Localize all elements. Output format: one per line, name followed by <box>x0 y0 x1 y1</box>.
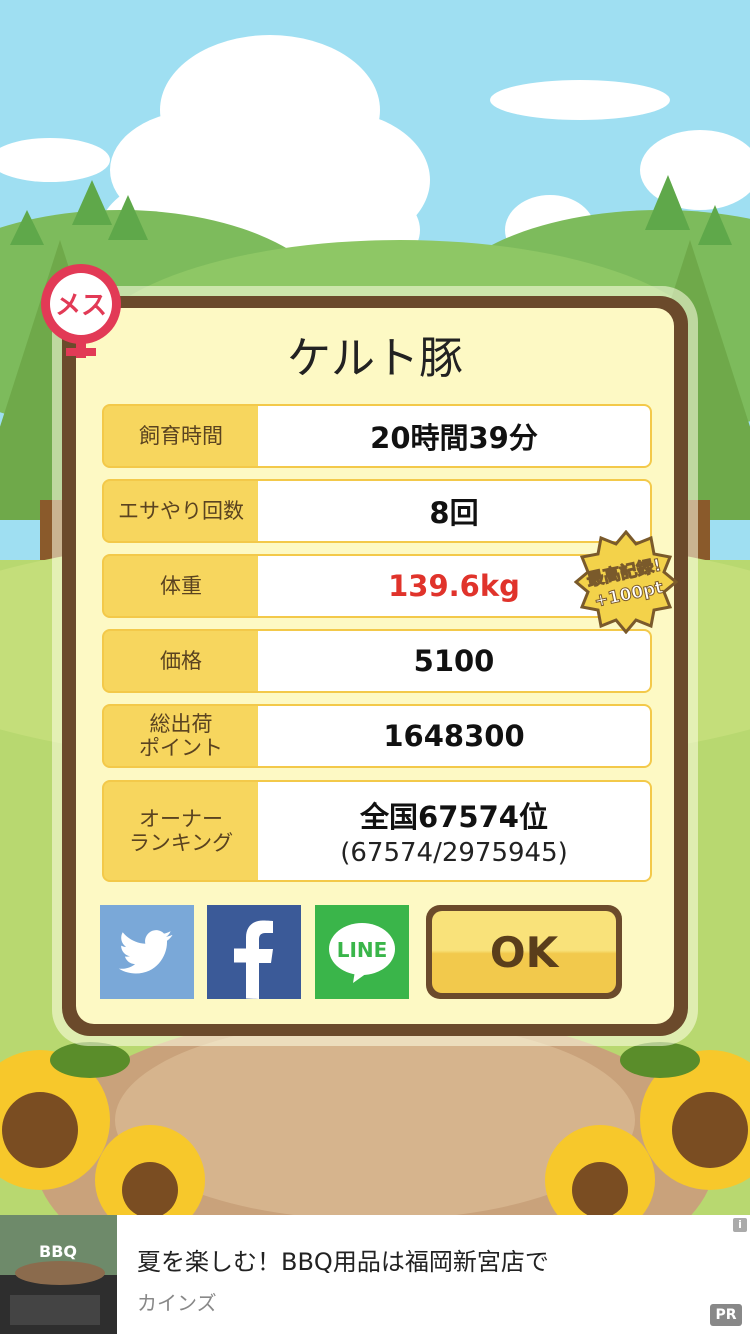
stat-value-weight: 139.6kg <box>388 569 520 603</box>
line-label: LINE <box>337 938 388 962</box>
ad-thumbnail[interactable]: BBQ <box>0 1215 117 1334</box>
stat-value: 20時間39分 <box>370 421 538 455</box>
stat-row-feed-count: エサやり回数 8回 <box>102 479 652 543</box>
stat-row-price: 価格 5100 <box>102 629 652 693</box>
ok-button-label: OK <box>432 911 616 993</box>
stat-label: エサやり回数 <box>118 499 244 523</box>
stat-row-breeding-time: 飼育時間 20時間39分 <box>102 404 652 468</box>
ad-title[interactable]: 夏を楽しむ！BBQ用品は福岡新宮店で <box>137 1242 549 1277</box>
line-share-button[interactable]: LINE <box>315 905 409 999</box>
pig-name: ケルト豚 <box>287 333 463 384</box>
stat-value: 8回 <box>429 496 479 530</box>
stat-value: 5100 <box>413 644 495 678</box>
stat-label: 価格 <box>160 649 202 673</box>
stat-label: 体重 <box>160 574 202 598</box>
ad-pr-badge: PR <box>710 1304 742 1326</box>
twitter-share-button[interactable] <box>100 905 194 999</box>
ad-thumb-text: BBQ <box>39 1242 77 1261</box>
ad-info-icon[interactable]: i <box>733 1218 747 1232</box>
stat-row-total-points: 総出荷 ポイント 1648300 <box>102 704 652 768</box>
stat-subvalue: (67574/2975945) <box>340 838 568 868</box>
facebook-share-button[interactable] <box>207 905 301 999</box>
stat-row-owner-ranking: オーナー ランキング 全国67574位 (67574/2975945) <box>102 780 652 882</box>
stat-row-weight: 体重 139.6kg <box>102 554 652 618</box>
stat-label: 総出荷 ポイント <box>139 712 223 760</box>
stat-value: 1648300 <box>383 719 525 753</box>
record-badge: 最高記録! +100pt <box>574 530 678 634</box>
stat-label: オーナー ランキング <box>128 807 234 855</box>
ok-button[interactable]: OK <box>426 905 622 999</box>
ad-advertiser: カインズ <box>137 1291 217 1315</box>
stat-value: 全国67574位 <box>360 800 548 834</box>
stat-label: 飼育時間 <box>139 424 223 448</box>
gender-label: メス <box>55 291 107 321</box>
